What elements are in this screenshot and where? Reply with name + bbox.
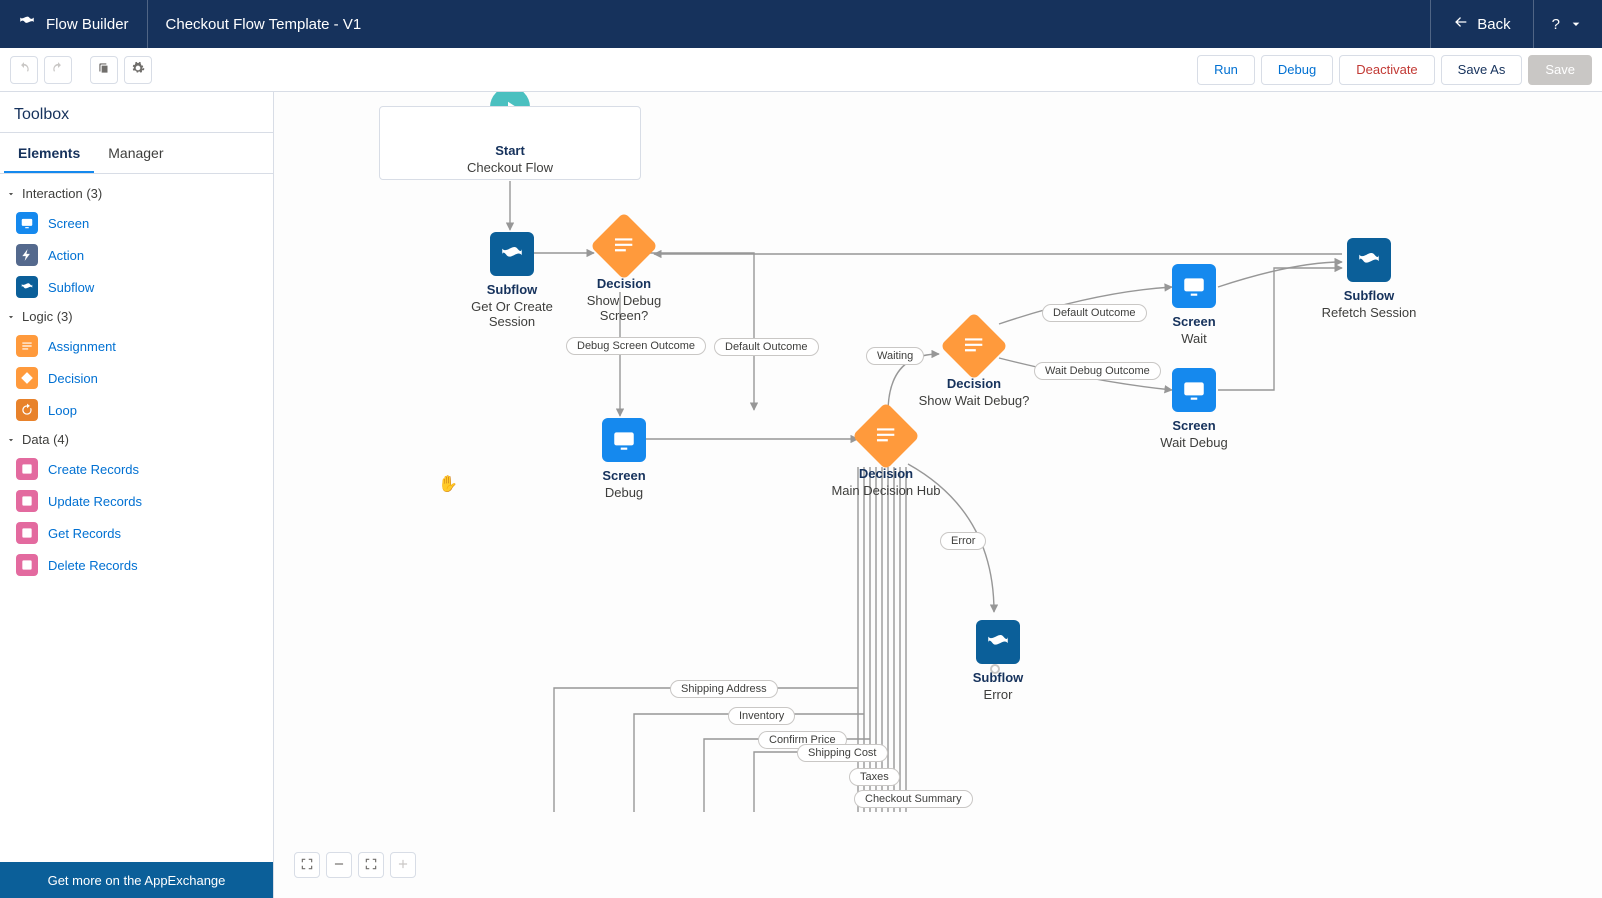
decision-icon	[590, 212, 658, 280]
chip-shipping-address[interactable]: Shipping Address	[670, 680, 778, 698]
chevron-down-icon	[1568, 16, 1584, 32]
node-subflow-error[interactable]: Subflow Error	[958, 620, 1038, 702]
toolbox-tabs: Elements Manager	[0, 133, 273, 174]
settings-button[interactable]	[124, 56, 152, 84]
chip-error[interactable]: Error	[940, 532, 986, 550]
assignment-icon	[16, 335, 38, 357]
palette-list: Interaction (3) Screen Action Subflow Lo…	[0, 174, 273, 862]
zoom-in-button[interactable]	[390, 852, 416, 878]
palette-assignment[interactable]: Assignment	[0, 330, 273, 362]
flow-builder-icon	[18, 13, 36, 35]
subflow-icon	[16, 276, 38, 298]
palette-delete-records[interactable]: Delete Records	[0, 549, 273, 581]
palette-loop[interactable]: Loop	[0, 394, 273, 426]
zoom-out-button[interactable]	[326, 852, 352, 878]
tab-elements[interactable]: Elements	[4, 133, 94, 173]
run-button[interactable]: Run	[1197, 55, 1255, 85]
zoom-controls	[294, 852, 416, 878]
record-icon	[16, 490, 38, 512]
plus-icon	[396, 857, 410, 874]
bolt-icon	[16, 244, 38, 266]
chip-shipping-cost[interactable]: Shipping Cost	[797, 744, 888, 762]
copy-button[interactable]	[90, 56, 118, 84]
record-icon	[16, 522, 38, 544]
palette-subflow[interactable]: Subflow	[0, 271, 273, 303]
toolbox-panel: Toolbox Elements Manager Interaction (3)…	[0, 92, 274, 898]
debug-button[interactable]: Debug	[1261, 55, 1333, 85]
node-screen-wait-debug[interactable]: Screen Wait Debug	[1144, 368, 1244, 450]
save-button[interactable]: Save	[1528, 55, 1592, 85]
group-interaction[interactable]: Interaction (3)	[0, 180, 273, 207]
chip-checkout-summary[interactable]: Checkout Summary	[854, 790, 973, 808]
node-screen-wait[interactable]: Screen Wait	[1154, 264, 1234, 346]
chip-inventory[interactable]: Inventory	[728, 707, 795, 725]
record-icon	[16, 458, 38, 480]
chip-taxes[interactable]: Taxes	[849, 768, 900, 786]
screen-icon	[1172, 368, 1216, 412]
node-screen-debug[interactable]: Screen Debug	[574, 418, 674, 500]
save-as-button[interactable]: Save As	[1441, 55, 1523, 85]
help-menu[interactable]: ?	[1533, 0, 1602, 48]
chip-default-outcome-2[interactable]: Default Outcome	[1042, 304, 1147, 322]
record-icon	[16, 554, 38, 576]
screen-icon	[602, 418, 646, 462]
screen-icon	[1172, 264, 1216, 308]
group-data[interactable]: Data (4)	[0, 426, 273, 453]
decision-icon	[940, 312, 1008, 380]
undo-icon	[17, 61, 31, 78]
chevron-down-icon	[6, 435, 16, 445]
redo-button[interactable]	[44, 56, 72, 84]
palette-decision[interactable]: Decision	[0, 362, 273, 394]
collapse-icon	[364, 857, 378, 874]
start-title: Start	[380, 143, 640, 158]
decision-icon	[852, 402, 920, 470]
deactivate-button[interactable]: Deactivate	[1339, 55, 1434, 85]
loop-icon	[16, 399, 38, 421]
toolbar: Run Debug Deactivate Save As Save	[0, 48, 1602, 92]
group-logic[interactable]: Logic (3)	[0, 303, 273, 330]
zoom-fit-button[interactable]	[294, 852, 320, 878]
palette-update-records[interactable]: Update Records	[0, 485, 273, 517]
chevron-down-icon	[6, 312, 16, 322]
node-decision-hub[interactable]: Decision Main Decision Hub	[821, 412, 951, 498]
copy-icon	[97, 61, 111, 78]
palette-screen[interactable]: Screen	[0, 207, 273, 239]
app-name: Flow Builder	[46, 16, 129, 33]
fit-icon	[300, 857, 314, 874]
screen-icon	[16, 212, 38, 234]
chip-wait-debug-outcome[interactable]: Wait Debug Outcome	[1034, 362, 1161, 380]
minus-icon	[332, 857, 346, 874]
undo-button[interactable]	[10, 56, 38, 84]
appexchange-link[interactable]: Get more on the AppExchange	[0, 862, 273, 898]
zoom-reset-button[interactable]	[358, 852, 384, 878]
node-start[interactable]: Start Checkout Flow	[379, 106, 641, 180]
chip-default-outcome-1[interactable]: Default Outcome	[714, 338, 819, 356]
node-decision-wait[interactable]: Decision Show Wait Debug?	[914, 322, 1034, 408]
chip-debug-screen-outcome[interactable]: Debug Screen Outcome	[566, 337, 706, 355]
subflow-icon	[976, 620, 1020, 664]
tab-manager[interactable]: Manager	[94, 133, 177, 173]
back-arrow-icon	[1453, 14, 1469, 34]
node-subflow-refetch[interactable]: Subflow Refetch Session	[1304, 238, 1434, 320]
toolbox-title: Toolbox	[0, 92, 273, 133]
flow-title: Checkout Flow Template - V1	[148, 0, 380, 48]
subflow-icon	[1347, 238, 1391, 282]
node-decision-debug[interactable]: Decision Show Debug Screen?	[574, 222, 674, 323]
palette-get-records[interactable]: Get Records	[0, 517, 273, 549]
decision-icon	[16, 367, 38, 389]
back-button[interactable]: Back	[1430, 0, 1532, 48]
flow-canvas[interactable]: Start Checkout Flow Subflow Get Or Creat…	[274, 92, 1602, 898]
palette-action[interactable]: Action	[0, 239, 273, 271]
app-header: Flow Builder Checkout Flow Template - V1…	[0, 0, 1602, 48]
start-subtitle: Checkout Flow	[380, 160, 640, 175]
node-subflow-session[interactable]: Subflow Get Or Create Session	[452, 232, 572, 329]
palette-create-records[interactable]: Create Records	[0, 453, 273, 485]
redo-icon	[51, 61, 65, 78]
subflow-icon	[490, 232, 534, 276]
gear-icon	[131, 61, 145, 78]
chevron-down-icon	[6, 189, 16, 199]
grab-cursor-icon: ✋	[438, 474, 456, 492]
app-brand: Flow Builder	[0, 0, 148, 48]
